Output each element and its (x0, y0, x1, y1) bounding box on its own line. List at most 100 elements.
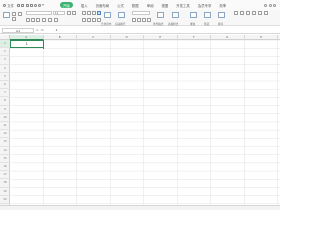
merge-center-label: 合并居中 (101, 22, 112, 26)
file-menu[interactable]: 文件 (7, 3, 14, 8)
sheet-tabs-bar (0, 205, 280, 210)
filter-button[interactable] (204, 11, 211, 18)
new-doc-icon[interactable] (17, 3, 21, 7)
row-header-15[interactable]: 15 (0, 155, 10, 163)
row-header-1[interactable]: 1 (0, 40, 10, 49)
sum-button[interactable] (190, 11, 197, 18)
paste-icon[interactable] (3, 11, 10, 18)
align-top-icon[interactable] (82, 11, 86, 16)
italic-icon[interactable] (31, 17, 35, 22)
formula-tools: ⊙ fx (36, 28, 44, 32)
row-header-10[interactable]: 10 (0, 114, 10, 122)
menubar-right-tools (264, 3, 280, 7)
row-header-8[interactable]: 8 (0, 97, 10, 106)
table-style-button[interactable] (172, 11, 179, 18)
row-col-icon[interactable] (246, 11, 250, 16)
sum-label: 求和 (190, 22, 196, 26)
number-format-select[interactable] (132, 11, 150, 16)
tab-developer[interactable]: 开发工具 (176, 3, 190, 8)
row-header-5[interactable]: 5 (0, 73, 10, 81)
tab-member[interactable]: 会员专享 (198, 3, 212, 8)
row-header-18[interactable]: 18 (0, 179, 10, 188)
share-icon[interactable] (268, 3, 272, 7)
underline-icon[interactable] (36, 17, 40, 22)
menu-bar: 文件 开始 插入 页面布局 公式 数据 审阅 视图 开发工具 会员专享 效率 (0, 0, 280, 10)
settings-icon[interactable] (273, 3, 276, 7)
redo-icon[interactable] (38, 3, 42, 7)
row-header-12[interactable]: 12 (0, 130, 10, 139)
align-bottom-icon[interactable] (92, 11, 96, 16)
save-icon[interactable] (21, 3, 25, 7)
tab-home[interactable]: 开始 (60, 1, 73, 9)
freeze-icon[interactable] (258, 11, 262, 16)
percent-icon[interactable] (137, 17, 141, 22)
wrap-text-button[interactable] (118, 11, 125, 18)
decimal-icon[interactable] (147, 17, 151, 22)
border-icon[interactable] (42, 17, 46, 22)
fill-handle[interactable] (42, 47, 45, 49)
row-header-17[interactable]: 17 (0, 171, 10, 180)
function-icon[interactable]: fx (41, 28, 44, 32)
row-header-20[interactable]: 20 (0, 196, 10, 204)
tab-view[interactable]: 视图 (161, 3, 168, 8)
row-header-19[interactable]: 19 (0, 188, 10, 196)
cell-area[interactable] (10, 40, 280, 205)
tab-review[interactable]: 审阅 (147, 3, 154, 8)
align-middle-icon[interactable] (87, 11, 91, 16)
row-header-9[interactable]: 9 (0, 106, 10, 114)
align-left-icon[interactable] (82, 17, 86, 22)
row-header-14[interactable]: 14 (0, 147, 10, 155)
format-painter-icon[interactable] (18, 11, 22, 16)
cut-icon[interactable] (12, 11, 16, 16)
print-icon[interactable] (25, 3, 29, 7)
tab-formulas[interactable]: 公式 (117, 3, 124, 8)
undo-icon[interactable] (33, 3, 37, 7)
search-icon[interactable] (264, 3, 267, 7)
bold-icon[interactable] (26, 17, 30, 22)
more-icon[interactable] (42, 4, 45, 6)
cell-icon[interactable] (240, 11, 244, 16)
row-header-2[interactable]: 2 (0, 48, 10, 57)
row-header-7[interactable]: 7 (0, 89, 10, 98)
tab-data[interactable]: 数据 (132, 3, 139, 8)
row-header-3[interactable]: 3 (0, 56, 10, 65)
row-headers: 1 2 3 4 5 6 7 8 9 10 11 12 13 14 15 16 17 18 19 20 (0, 40, 10, 205)
merge-center-button[interactable] (104, 11, 111, 18)
align-right-icon[interactable] (92, 17, 96, 22)
row-header-11[interactable]: 11 (0, 122, 10, 131)
zoom-icon[interactable]: ⊙ (36, 28, 39, 32)
ribbon: 11 合并居中 自动换行 条件格式 表格样式 求和 筛选 排序 (0, 10, 280, 26)
row-header-16[interactable]: 16 (0, 163, 10, 172)
row-header-6[interactable]: 6 (0, 81, 10, 90)
sheet-grid[interactable]: ABCDEFGH 1 2 3 4 5 6 7 8 9 10 11 12 13 14 15 16 17 18 19 20… (0, 35, 280, 205)
find-icon[interactable] (264, 11, 268, 16)
tab-page-layout[interactable]: 页面布局 (96, 3, 110, 8)
formula-bar: A1 ⊙ fx 1 (0, 27, 280, 34)
row-header-4[interactable]: 4 (0, 65, 10, 73)
font-size-select[interactable]: 11 (53, 11, 65, 16)
font-color-icon[interactable] (54, 17, 58, 22)
row-header-13[interactable]: 13 (0, 138, 10, 147)
decrease-font-icon[interactable] (72, 11, 76, 16)
thousands-icon[interactable] (142, 17, 146, 22)
tab-efficiency[interactable]: 效率 (219, 3, 226, 8)
name-box[interactable]: A1 (2, 27, 34, 33)
fill-color-icon[interactable] (48, 17, 52, 22)
menu-icon[interactable] (3, 3, 6, 7)
copy-icon[interactable] (12, 17, 16, 21)
align-center-h-icon[interactable] (87, 17, 91, 22)
table-style-label: 表格样式 (168, 22, 179, 26)
preview-icon[interactable] (29, 3, 33, 7)
active-cell[interactable]: 1 (10, 40, 44, 49)
font-name-select[interactable] (26, 11, 52, 16)
currency-icon[interactable] (132, 17, 136, 22)
increase-font-icon[interactable] (67, 11, 71, 16)
filter-label: 筛选 (204, 22, 210, 26)
align-center-icon[interactable] (97, 11, 101, 16)
sort-button[interactable] (218, 11, 225, 18)
sheet-icon[interactable] (252, 11, 256, 16)
conditional-format-button[interactable] (157, 11, 164, 18)
formula-input[interactable]: 1 (54, 28, 276, 33)
fill-icon[interactable] (234, 11, 238, 16)
tab-insert[interactable]: 插入 (81, 3, 88, 8)
